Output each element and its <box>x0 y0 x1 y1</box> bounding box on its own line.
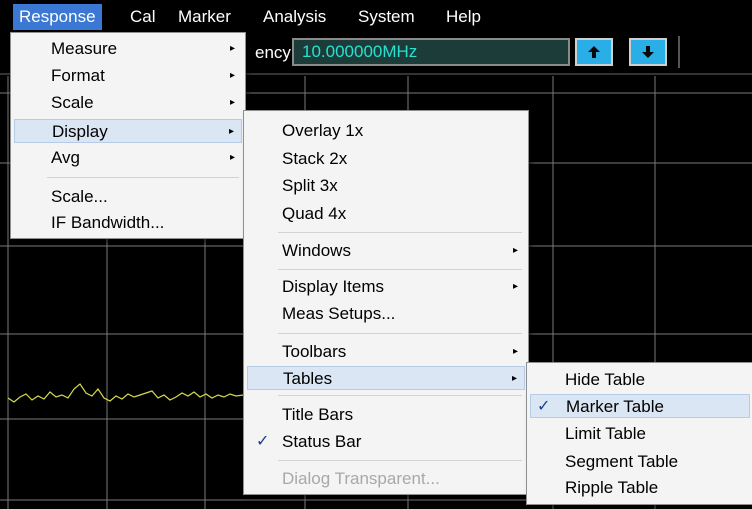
menu-item-ripple-table[interactable]: Ripple Table <box>527 476 752 500</box>
menu-item-quad-4x[interactable]: Quad 4x <box>244 202 528 226</box>
menu-marker[interactable]: Marker <box>172 4 237 30</box>
menu-item-scale-dialog[interactable]: Scale... <box>11 185 245 209</box>
menu-item-toolbars[interactable]: Toolbars ▸ <box>244 340 528 364</box>
submenu-arrow-icon: ▸ <box>229 43 235 54</box>
menu-item-avg[interactable]: Avg ▸ <box>11 146 245 170</box>
menu-item-meas-setups[interactable]: Meas Setups... <box>244 302 528 326</box>
response-menu: Measure ▸ Format ▸ Scale ▸ Display ▸ Avg… <box>10 32 246 239</box>
arrow-down-icon <box>642 46 654 58</box>
submenu-arrow-icon: ▸ <box>511 373 517 384</box>
menu-item-display[interactable]: Display ▸ <box>14 119 242 143</box>
menu-help[interactable]: Help <box>440 4 487 30</box>
menu-separator <box>278 232 522 233</box>
submenu-arrow-icon: ▸ <box>229 97 235 108</box>
menu-item-dialog-transparent: Dialog Transparent... <box>282 469 440 488</box>
checkmark-icon: ✓ <box>256 433 270 450</box>
submenu-arrow-icon: ▸ <box>512 245 518 256</box>
menu-item-stack-2x[interactable]: Stack 2x <box>244 147 528 171</box>
menu-item-display-items[interactable]: Display Items ▸ <box>244 275 528 299</box>
menu-item-split-3x[interactable]: Split 3x <box>244 174 528 198</box>
menu-system[interactable]: System <box>352 4 421 30</box>
toolbar-divider <box>678 36 680 68</box>
decrement-button[interactable] <box>629 38 667 66</box>
submenu-arrow-icon: ▸ <box>228 126 234 137</box>
menu-separator <box>278 460 522 461</box>
menu-bar: Response Cal Marker Analysis System Help <box>0 0 752 33</box>
menu-item-segment-table[interactable]: Segment Table <box>527 450 752 474</box>
frequency-label: ency <box>255 43 291 62</box>
frequency-input[interactable]: 10.000000MHz <box>292 38 570 66</box>
submenu-arrow-icon: ▸ <box>512 281 518 292</box>
menu-item-windows[interactable]: Windows ▸ <box>244 239 528 263</box>
submenu-arrow-icon: ▸ <box>229 152 235 163</box>
menu-item-status-bar[interactable]: ✓ Status Bar <box>244 430 528 454</box>
measurement-trace <box>7 383 244 403</box>
display-menu: Overlay 1x Stack 2x Split 3x Quad 4x Win… <box>243 110 529 495</box>
menu-item-hide-table[interactable]: Hide Table <box>527 368 752 392</box>
menu-separator <box>47 177 239 178</box>
menu-analysis[interactable]: Analysis <box>257 4 332 30</box>
menu-item-measure[interactable]: Measure ▸ <box>11 37 245 61</box>
increment-button[interactable] <box>575 38 613 66</box>
menu-item-tables[interactable]: Tables ▸ <box>247 366 525 390</box>
tables-menu: Hide Table ✓ Marker Table Limit Table Se… <box>526 362 752 505</box>
menu-item-marker-table[interactable]: ✓ Marker Table <box>530 394 750 418</box>
menu-cal[interactable]: Cal <box>124 4 162 30</box>
menu-item-title-bars[interactable]: Title Bars <box>244 403 528 427</box>
submenu-arrow-icon: ▸ <box>229 70 235 81</box>
menu-item-format[interactable]: Format ▸ <box>11 64 245 88</box>
menu-item-scale[interactable]: Scale ▸ <box>11 91 245 115</box>
menu-separator <box>278 269 522 270</box>
menu-separator <box>278 333 522 334</box>
submenu-arrow-icon: ▸ <box>512 346 518 357</box>
menu-separator <box>278 395 522 396</box>
checkmark-icon: ✓ <box>537 398 551 415</box>
menu-item-limit-table[interactable]: Limit Table <box>527 422 752 446</box>
menu-response[interactable]: Response <box>13 4 102 30</box>
arrow-up-icon <box>588 46 600 58</box>
menu-item-if-bandwidth[interactable]: IF Bandwidth... <box>11 211 245 235</box>
menu-item-overlay-1x[interactable]: Overlay 1x <box>244 119 528 143</box>
